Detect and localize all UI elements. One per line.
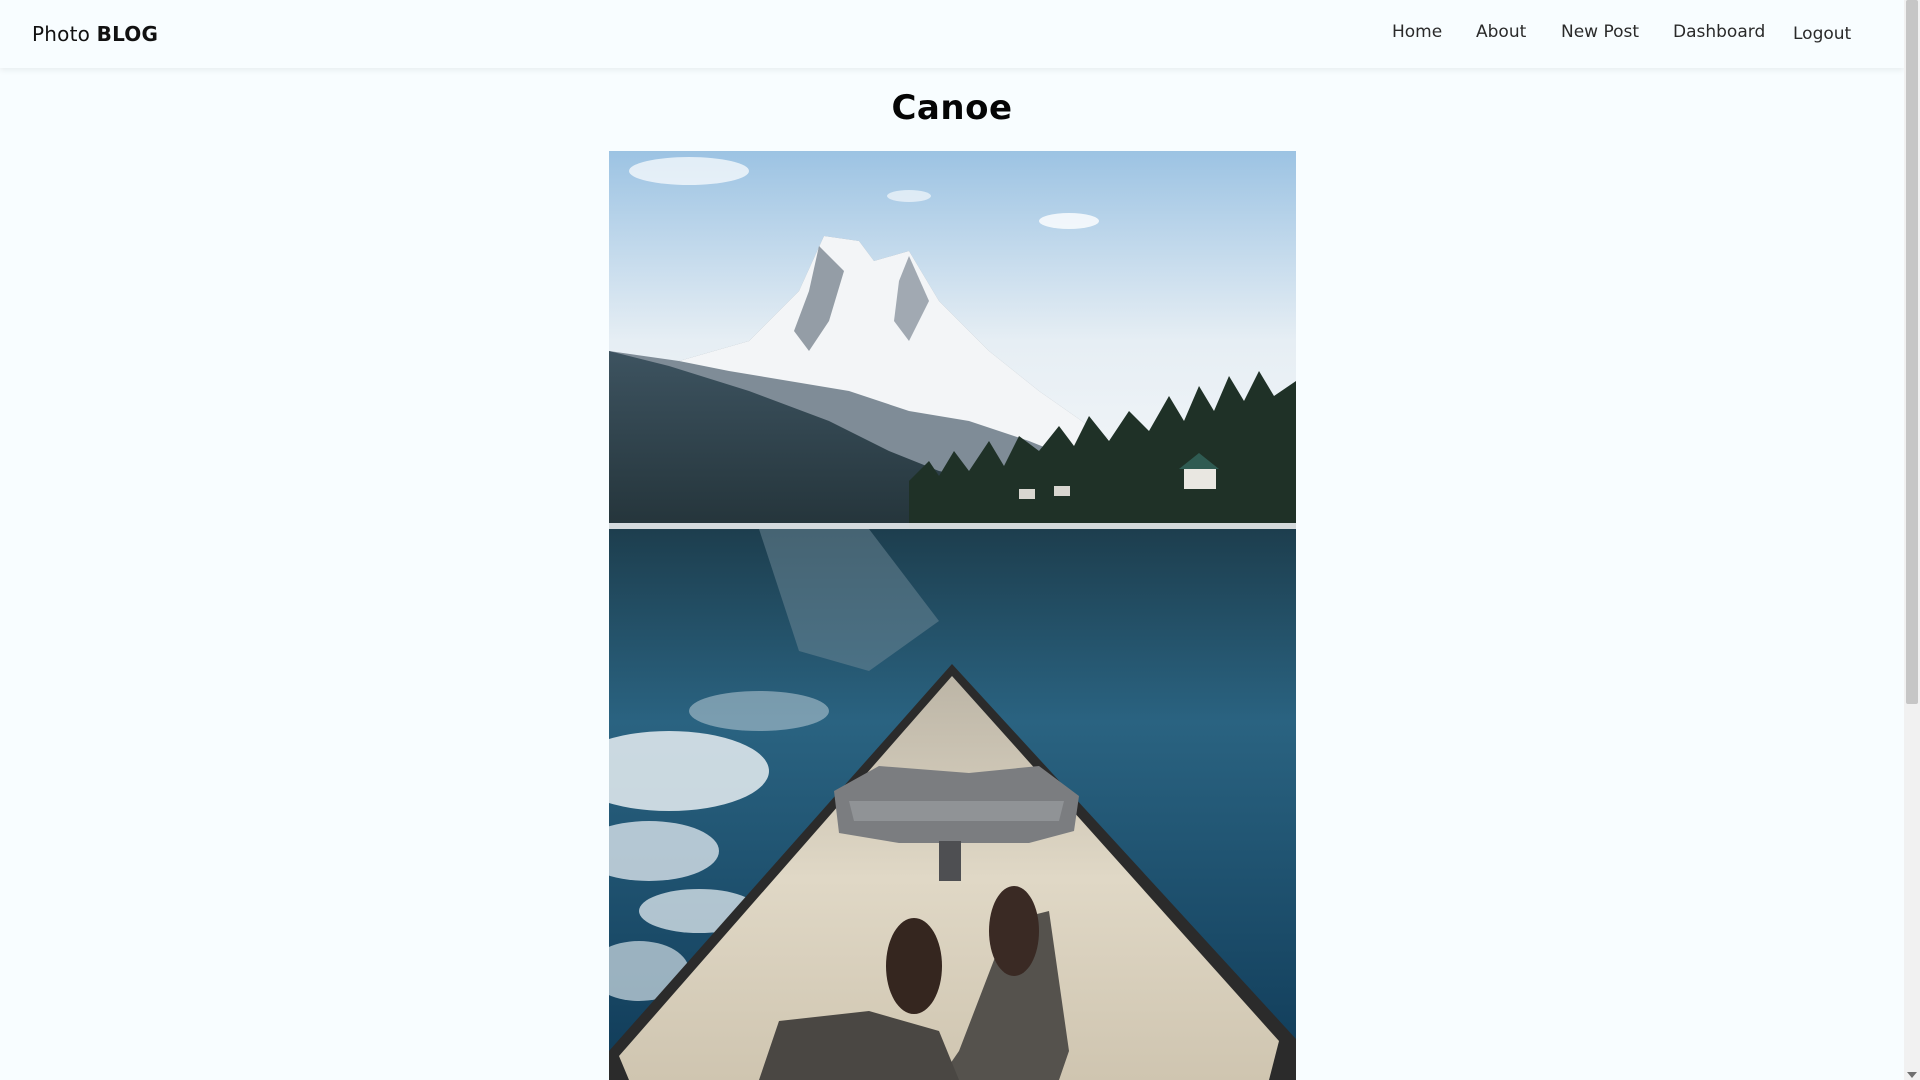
- nav-logout[interactable]: Logout: [1793, 24, 1851, 44]
- scrollbar[interactable]: [1904, 0, 1920, 1080]
- post-photo: [609, 151, 1296, 1080]
- nav-new-post[interactable]: New Post: [1561, 22, 1639, 42]
- brand-logo[interactable]: Photo BLOG: [32, 22, 158, 46]
- post-title: Canoe: [891, 88, 1013, 128]
- navbar: Photo BLOG Home About New Post Dashboard…: [0, 0, 1904, 68]
- nav-home[interactable]: Home: [1392, 22, 1442, 42]
- scrollbar-thumb[interactable]: [1906, 0, 1918, 704]
- canoe-lake-photo: [609, 151, 1296, 1080]
- brand-bold: BLOG: [96, 22, 159, 46]
- nav-about[interactable]: About: [1476, 22, 1526, 42]
- brand-light: Photo: [32, 22, 91, 46]
- scroll-down-arrow-icon[interactable]: [1907, 1072, 1917, 1078]
- nav-dashboard[interactable]: Dashboard: [1673, 22, 1765, 42]
